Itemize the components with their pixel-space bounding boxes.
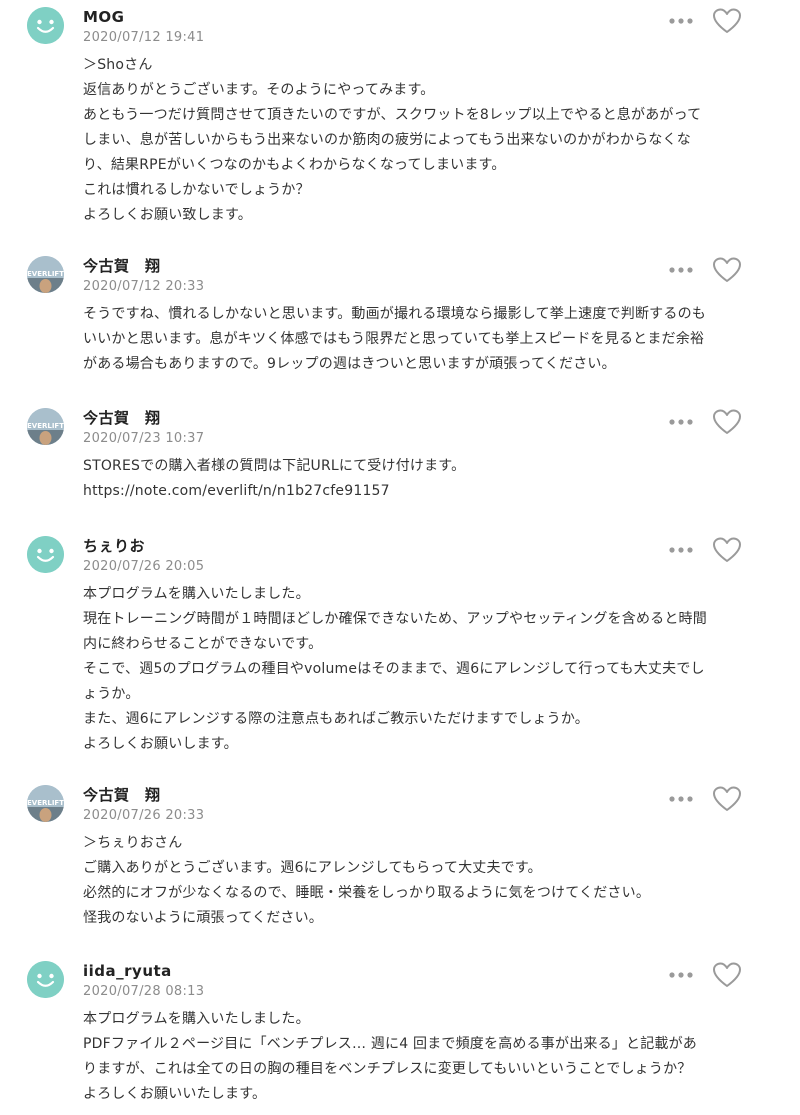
smiley-face-icon[interactable]	[27, 536, 64, 573]
comment-item: MOG 2020/07/12 19:41 ＞Shoさん 返信ありがとうございます…	[0, 7, 800, 237]
comment-line: STORESでの購入者様の質問は下記URLにて受け付けます。	[83, 458, 466, 474]
comment-body: そうですね、慣れるしかないと思います。動画が撮れる環境なら撮影して挙上速度で判断…	[83, 302, 743, 377]
comment-body: ＞ちぇりおさん ご購入ありがとうございます。週6にアレンジしてもらって大丈夫です…	[83, 831, 743, 931]
comment-line: よろしくお願い致します。	[83, 207, 252, 223]
heart-outline-icon[interactable]	[712, 408, 742, 436]
comment-author[interactable]: 今古賀 翔	[83, 256, 161, 276]
comment-line: 現在トレーニング時間が１時間ほどしか確保できないため、アップやセッティングを含め…	[83, 611, 707, 627]
heart-outline-icon[interactable]	[712, 256, 742, 284]
comment-line: ご購入ありがとうございます。週6にアレンジしてもらって大丈夫です。	[83, 860, 542, 876]
comment-line: 本プログラムを購入いたしました。	[83, 1011, 310, 1027]
comment-item: iida_ryuta 2020/07/28 08:13 本プログラムを購入いたし…	[0, 961, 800, 1111]
comment-line: がある場合もありますので。9レップの週はきついと思いますが頑張ってください。	[83, 356, 616, 372]
comment-line: そうですね、慣れるしかないと思います。動画が撮れる環境なら撮影して挙上速度で判断…	[83, 306, 706, 322]
everlift-avatar[interactable]: EVERLIFT	[27, 785, 64, 822]
avatar-label: EVERLIFT	[27, 799, 64, 807]
comment-line: ょうか。	[83, 686, 140, 702]
comment-item: ちぇりお 2020/07/26 20:05 本プログラムを購入いたしました。 現…	[0, 536, 800, 756]
comment-date: 2020/07/26 20:33	[83, 808, 205, 823]
smiley-face-icon[interactable]	[27, 7, 64, 44]
heart-outline-icon[interactable]	[712, 785, 742, 813]
smiley-face-icon[interactable]	[27, 961, 64, 998]
comment-line: 返信ありがとうございます。そのようにやってみます。	[83, 82, 435, 98]
comment-author[interactable]: 今古賀 翔	[83, 785, 161, 805]
comment-body: 本プログラムを購入いたしました。 PDFファイル２ページ目に「ベンチプレス… 週…	[83, 1007, 743, 1107]
comment-line: りますが、これは全ての日の胸の種目をベンチプレスに変更してもいいということでしょ…	[83, 1061, 692, 1077]
more-dots-icon[interactable]	[668, 13, 694, 27]
avatar-label: EVERLIFT	[27, 422, 64, 430]
everlift-avatar[interactable]: EVERLIFT	[27, 408, 64, 445]
comment-date: 2020/07/26 20:05	[83, 559, 205, 574]
more-dots-icon[interactable]	[668, 262, 694, 276]
comment-line: そこで、週5のプログラムの種目やvolumeはそのままで、週6にアレンジして行っ…	[83, 661, 705, 677]
more-dots-icon[interactable]	[668, 791, 694, 805]
avatar-label: EVERLIFT	[27, 270, 64, 278]
comment-body: 本プログラムを購入いたしました。 現在トレーニング時間が１時間ほどしか確保できな…	[83, 582, 743, 757]
comment-line: 怪我のないように頑張ってください。	[83, 910, 323, 926]
comment-line: いいかと思います。息がキツく体感ではもう限界だと思っていても挙上スピードを見ると…	[83, 331, 705, 347]
comment-line: ＞Shoさん	[83, 57, 153, 73]
comment-author[interactable]: MOG	[83, 7, 125, 27]
comment-line: 必然的にオフが少なくなるので、睡眠・栄養をしっかり取るように気をつけてください。	[83, 885, 651, 901]
comment-item: EVERLIFT 今古賀 翔 2020/07/23 10:37 STORESでの…	[0, 408, 800, 508]
comment-line: 本プログラムを購入いたしました。	[83, 586, 310, 602]
comment-line: PDFファイル２ページ目に「ベンチプレス… 週に4 回まで頻度を高める事が出来る…	[83, 1036, 698, 1052]
comment-line: これは慣れるしかないでしょうか？	[83, 182, 310, 198]
comment-line: 内に終わらせることができないです。	[83, 636, 323, 652]
comment-item: EVERLIFT 今古賀 翔 2020/07/12 20:33 そうですね、慣れ…	[0, 256, 800, 386]
more-dots-icon[interactable]	[668, 414, 694, 428]
heart-outline-icon[interactable]	[712, 536, 742, 564]
heart-outline-icon[interactable]	[712, 961, 742, 989]
comment-item: EVERLIFT 今古賀 翔 2020/07/26 20:33 ＞ちぇりおさん …	[0, 785, 800, 935]
everlift-avatar[interactable]: EVERLIFT	[27, 256, 64, 293]
comment-line: よろしくお願いいたします。	[83, 1086, 267, 1102]
comment-date: 2020/07/12 19:41	[83, 30, 205, 45]
comment-line: よろしくお願いします。	[83, 736, 238, 752]
comment-line: あともう一つだけ質問させて頂きたいのですが、スクワットを8レップ以上でやると息が…	[83, 107, 702, 123]
comment-body: STORESでの購入者様の質問は下記URLにて受け付けます。 https://n…	[83, 454, 743, 504]
comment-author[interactable]: 今古賀 翔	[83, 408, 161, 428]
comment-date: 2020/07/23 10:37	[83, 431, 205, 446]
comment-date: 2020/07/12 20:33	[83, 279, 205, 294]
comment-author[interactable]: iida_ryuta	[83, 961, 172, 981]
heart-outline-icon[interactable]	[712, 7, 742, 35]
comment-line: ＞ちぇりおさん	[83, 835, 183, 851]
comment-date: 2020/07/28 08:13	[83, 984, 205, 999]
comment-link[interactable]: https://note.com/everlift/n/n1b27cfe9115…	[83, 479, 743, 504]
comment-author[interactable]: ちぇりお	[83, 536, 145, 556]
comment-line: り、結果RPEがいくつなのかもよくわからなくなってしまいます。	[83, 157, 506, 173]
more-dots-icon[interactable]	[668, 967, 694, 981]
comment-line: また、週6にアレンジする際の注意点もあればご教示いただけますでしょうか。	[83, 711, 589, 727]
comment-line: しまい、息が苦しいからもう出来ないのか筋肉の疲労によってもう出来ないのかがわから…	[83, 132, 691, 148]
comment-body: ＞Shoさん 返信ありがとうございます。そのようにやってみます。 あともう一つだ…	[83, 53, 743, 228]
more-dots-icon[interactable]	[668, 542, 694, 556]
